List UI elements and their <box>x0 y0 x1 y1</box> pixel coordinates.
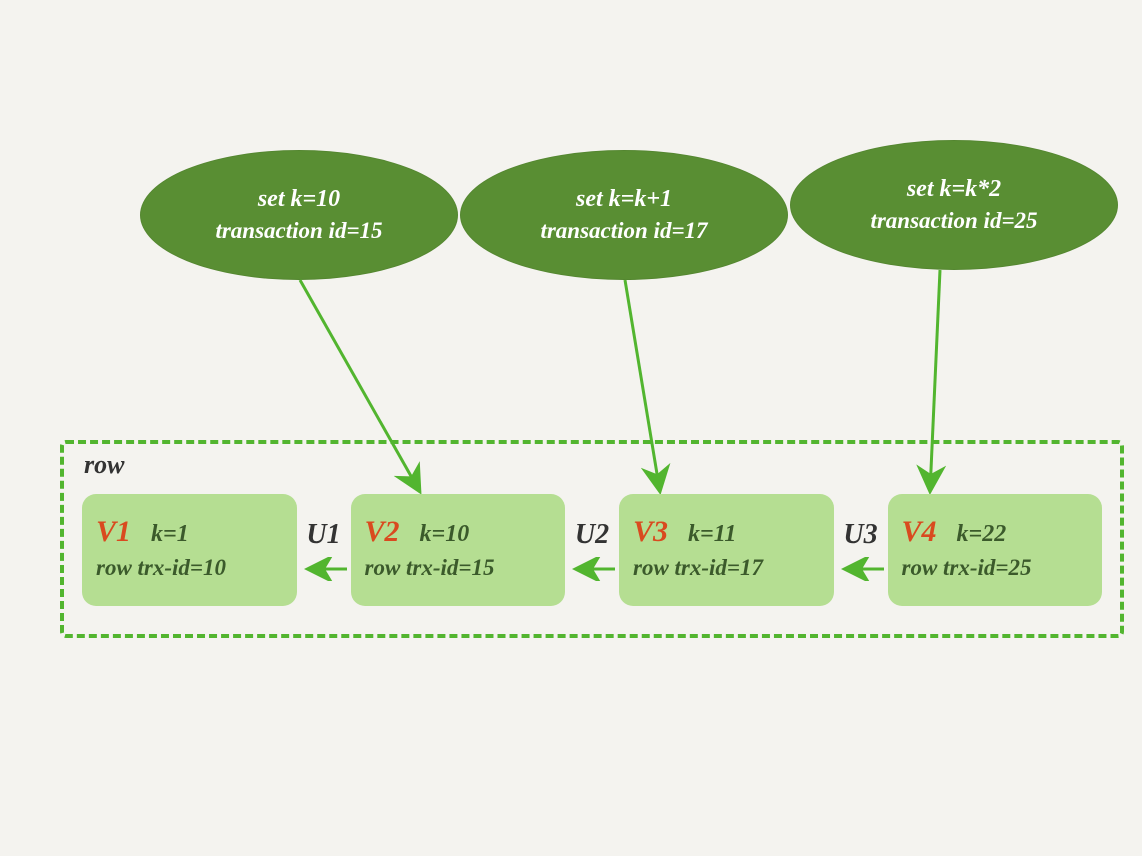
version-cell-v4: V4 k=22 row trx-id=25 <box>888 494 1103 606</box>
arrow-tx2-to-v3 <box>0 0 1142 856</box>
versions-row: V1 k=1 row trx-id=10 U1 V2 k=10 row trx-… <box>82 494 1102 606</box>
version-trx-id: row trx-id=25 <box>902 555 1089 581</box>
undo-pointer-u2: U2 <box>567 519 617 581</box>
undo-arrow-icon <box>299 557 349 581</box>
undo-pointer-u3: U3 <box>836 519 886 581</box>
version-cell-v2: V2 k=10 row trx-id=15 <box>351 494 566 606</box>
version-name: V3 <box>633 515 668 549</box>
version-trx-id: row trx-id=17 <box>633 555 820 581</box>
transaction-1: set k=10 transaction id=15 <box>140 150 458 280</box>
version-k: k=10 <box>420 521 470 548</box>
version-name: V2 <box>365 515 400 549</box>
version-name: V4 <box>902 515 937 549</box>
row-label: row <box>84 450 124 480</box>
version-k: k=22 <box>957 521 1007 548</box>
transaction-op: set k=k*2 <box>907 174 1001 205</box>
version-cell-v3: V3 k=11 row trx-id=17 <box>619 494 834 606</box>
version-trx-id: row trx-id=10 <box>96 555 283 581</box>
undo-pointer-u1: U1 <box>299 519 349 581</box>
version-cell-v1: V1 k=1 row trx-id=10 <box>82 494 297 606</box>
undo-arrow-icon <box>836 557 886 581</box>
undo-arrow-icon <box>567 557 617 581</box>
version-trx-id: row trx-id=15 <box>365 555 552 581</box>
version-k: k=1 <box>151 521 189 548</box>
transaction-id: transaction id=15 <box>215 216 382 246</box>
diagram-canvas: set k=10 transaction id=15 set k=k+1 tra… <box>0 0 1142 856</box>
undo-label: U2 <box>575 519 609 551</box>
version-name: V1 <box>96 515 131 549</box>
arrow-tx1-to-v2 <box>0 0 1142 856</box>
undo-label: U1 <box>306 519 340 551</box>
transaction-id: transaction id=25 <box>870 206 1037 236</box>
version-k: k=11 <box>688 521 736 548</box>
transaction-id: transaction id=17 <box>540 216 707 246</box>
transaction-3: set k=k*2 transaction id=25 <box>790 140 1118 270</box>
undo-label: U3 <box>843 519 877 551</box>
transaction-2: set k=k+1 transaction id=17 <box>460 150 788 280</box>
transaction-op: set k=10 <box>258 184 340 215</box>
transaction-op: set k=k+1 <box>576 184 672 215</box>
row-container: row V1 k=1 row trx-id=10 U1 V2 <box>60 440 1124 638</box>
arrow-tx3-to-v4 <box>0 0 1142 856</box>
